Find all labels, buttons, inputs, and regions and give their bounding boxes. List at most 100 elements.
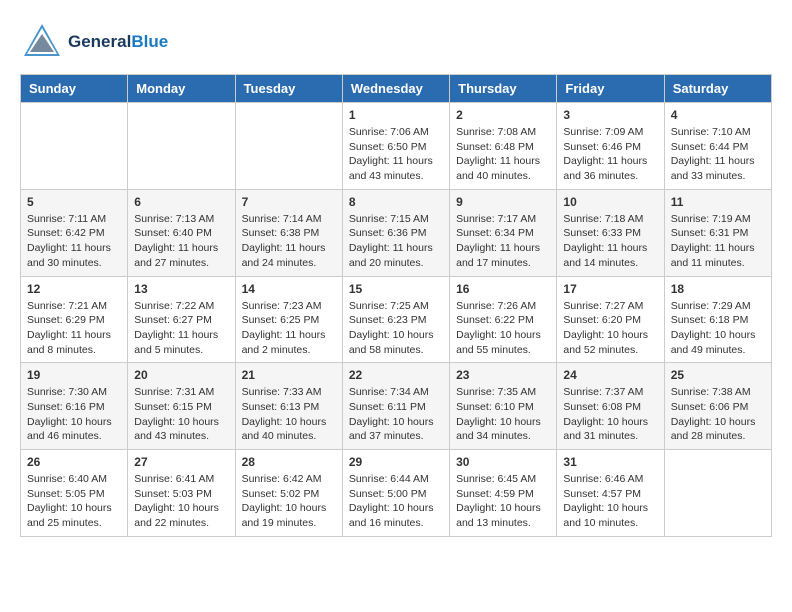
- day-number: 14: [242, 282, 336, 296]
- calendar-cell: 4 Sunrise: 7:10 AMSunset: 6:44 PMDaylight…: [664, 103, 771, 190]
- calendar-cell: 10Sunrise: 7:18 AMSunset: 6:33 PMDayligh…: [557, 189, 664, 276]
- calendar-cell: 14 Sunrise: 7:23 AMSunset: 6:25 PMDayligh…: [235, 276, 342, 363]
- calendar-cell: 30 Sunrise: 6:45 AMSunset: 4:59 PMDayligh…: [450, 450, 557, 537]
- day-info: Sunrise: 7:34 AMSunset: 6:11 PMDaylight:…: [349, 385, 443, 444]
- day-info: Sunrise: 7:38 AMSunset: 6:06 PMDaylight:…: [671, 385, 765, 444]
- day-number: 1: [349, 108, 443, 122]
- day-info: Sunrise: 7:25 AMSunset: 6:23 PMDaylight:…: [349, 299, 443, 358]
- day-info: Sunrise: 7:11 AMSunset: 6:42 PMDaylight:…: [27, 212, 121, 271]
- day-number: 15: [349, 282, 443, 296]
- day-info: Sunrise: 7:19 AMSunset: 6:31 PMDaylight:…: [671, 212, 765, 271]
- calendar-cell: 12 Sunrise: 7:21 AMSunset: 6:29 PMDayligh…: [21, 276, 128, 363]
- calendar-cell: 13 Sunrise: 7:22 AMSunset: 6:27 PMDayligh…: [128, 276, 235, 363]
- day-number: 11: [671, 195, 765, 209]
- column-header-monday: Monday: [128, 75, 235, 103]
- day-number: 16: [456, 282, 550, 296]
- calendar-cell: [128, 103, 235, 190]
- day-info: Sunrise: 6:44 AMSunset: 5:00 PMDaylight:…: [349, 472, 443, 531]
- day-number: 12: [27, 282, 121, 296]
- calendar-cell: 1 Sunrise: 7:06 AMSunset: 6:50 PMDaylight…: [342, 103, 449, 190]
- day-info: Sunrise: 7:14 AMSunset: 6:38 PMDaylight:…: [242, 212, 336, 271]
- day-number: 6: [134, 195, 228, 209]
- column-header-thursday: Thursday: [450, 75, 557, 103]
- day-info: Sunrise: 7:35 AMSunset: 6:10 PMDaylight:…: [456, 385, 550, 444]
- calendar-week-row: 5 Sunrise: 7:11 AMSunset: 6:42 PMDaylight…: [21, 189, 772, 276]
- calendar-cell: 18Sunrise: 7:29 AMSunset: 6:18 PMDayligh…: [664, 276, 771, 363]
- calendar-table: SundayMondayTuesdayWednesdayThursdayFrid…: [20, 74, 772, 537]
- calendar-cell: 17Sunrise: 7:27 AMSunset: 6:20 PMDayligh…: [557, 276, 664, 363]
- calendar-cell: 11 Sunrise: 7:19 AMSunset: 6:31 PMDayligh…: [664, 189, 771, 276]
- day-number: 4: [671, 108, 765, 122]
- calendar-cell: 28Sunrise: 6:42 AMSunset: 5:02 PMDayligh…: [235, 450, 342, 537]
- day-info: Sunrise: 7:06 AMSunset: 6:50 PMDaylight:…: [349, 125, 443, 184]
- day-number: 13: [134, 282, 228, 296]
- day-number: 25: [671, 368, 765, 382]
- calendar-cell: 22Sunrise: 7:34 AMSunset: 6:11 PMDayligh…: [342, 363, 449, 450]
- day-number: 27: [134, 455, 228, 469]
- column-header-wednesday: Wednesday: [342, 75, 449, 103]
- calendar-body: 1 Sunrise: 7:06 AMSunset: 6:50 PMDaylight…: [21, 103, 772, 537]
- calendar-cell: 29 Sunrise: 6:44 AMSunset: 5:00 PMDayligh…: [342, 450, 449, 537]
- day-info: Sunrise: 7:37 AMSunset: 6:08 PMDaylight:…: [563, 385, 657, 444]
- day-number: 21: [242, 368, 336, 382]
- calendar-cell: 2Sunrise: 7:08 AMSunset: 6:48 PMDaylight…: [450, 103, 557, 190]
- day-number: 17: [563, 282, 657, 296]
- day-number: 9: [456, 195, 550, 209]
- calendar-cell: 24 Sunrise: 7:37 AMSunset: 6:08 PMDayligh…: [557, 363, 664, 450]
- day-info: Sunrise: 7:13 AMSunset: 6:40 PMDaylight:…: [134, 212, 228, 271]
- day-info: Sunrise: 7:15 AMSunset: 6:36 PMDaylight:…: [349, 212, 443, 271]
- day-number: 18: [671, 282, 765, 296]
- logo-general: General: [68, 32, 131, 52]
- day-number: 26: [27, 455, 121, 469]
- day-info: Sunrise: 7:31 AMSunset: 6:15 PMDaylight:…: [134, 385, 228, 444]
- day-info: Sunrise: 7:08 AMSunset: 6:48 PMDaylight:…: [456, 125, 550, 184]
- calendar-cell: 8 Sunrise: 7:15 AMSunset: 6:36 PMDaylight…: [342, 189, 449, 276]
- day-info: Sunrise: 7:33 AMSunset: 6:13 PMDaylight:…: [242, 385, 336, 444]
- day-number: 31: [563, 455, 657, 469]
- day-info: Sunrise: 7:10 AMSunset: 6:44 PMDaylight:…: [671, 125, 765, 184]
- calendar-cell: 5 Sunrise: 7:11 AMSunset: 6:42 PMDaylight…: [21, 189, 128, 276]
- calendar-cell: 9 Sunrise: 7:17 AMSunset: 6:34 PMDaylight…: [450, 189, 557, 276]
- day-number: 7: [242, 195, 336, 209]
- day-info: Sunrise: 7:26 AMSunset: 6:22 PMDaylight:…: [456, 299, 550, 358]
- page-header: General Blue: [20, 20, 772, 64]
- calendar-cell: 31 Sunrise: 6:46 AMSunset: 4:57 PMDayligh…: [557, 450, 664, 537]
- day-info: Sunrise: 7:23 AMSunset: 6:25 PMDaylight:…: [242, 299, 336, 358]
- calendar-cell: [21, 103, 128, 190]
- calendar-cell: 19 Sunrise: 7:30 AMSunset: 6:16 PMDayligh…: [21, 363, 128, 450]
- column-header-friday: Friday: [557, 75, 664, 103]
- day-number: 30: [456, 455, 550, 469]
- day-info: Sunrise: 6:41 AMSunset: 5:03 PMDaylight:…: [134, 472, 228, 531]
- calendar-cell: 15 Sunrise: 7:25 AMSunset: 6:23 PMDayligh…: [342, 276, 449, 363]
- calendar-cell: 27 Sunrise: 6:41 AMSunset: 5:03 PMDayligh…: [128, 450, 235, 537]
- column-header-sunday: Sunday: [21, 75, 128, 103]
- day-info: Sunrise: 7:30 AMSunset: 6:16 PMDaylight:…: [27, 385, 121, 444]
- day-info: Sunrise: 6:46 AMSunset: 4:57 PMDaylight:…: [563, 472, 657, 531]
- calendar-week-row: 19 Sunrise: 7:30 AMSunset: 6:16 PMDayligh…: [21, 363, 772, 450]
- day-number: 8: [349, 195, 443, 209]
- calendar-cell: 7 Sunrise: 7:14 AMSunset: 6:38 PMDaylight…: [235, 189, 342, 276]
- day-number: 5: [27, 195, 121, 209]
- day-info: Sunrise: 6:45 AMSunset: 4:59 PMDaylight:…: [456, 472, 550, 531]
- calendar-cell: 26Sunrise: 6:40 AMSunset: 5:05 PMDayligh…: [21, 450, 128, 537]
- day-number: 19: [27, 368, 121, 382]
- day-info: Sunrise: 7:09 AMSunset: 6:46 PMDaylight:…: [563, 125, 657, 184]
- day-info: Sunrise: 7:17 AMSunset: 6:34 PMDaylight:…: [456, 212, 550, 271]
- calendar-cell: 23 Sunrise: 7:35 AMSunset: 6:10 PMDayligh…: [450, 363, 557, 450]
- calendar-cell: 6 Sunrise: 7:13 AMSunset: 6:40 PMDaylight…: [128, 189, 235, 276]
- logo: General Blue: [20, 20, 168, 64]
- day-number: 24: [563, 368, 657, 382]
- day-number: 20: [134, 368, 228, 382]
- day-info: Sunrise: 7:22 AMSunset: 6:27 PMDaylight:…: [134, 299, 228, 358]
- calendar-cell: 16 Sunrise: 7:26 AMSunset: 6:22 PMDayligh…: [450, 276, 557, 363]
- day-number: 23: [456, 368, 550, 382]
- calendar-cell: 21 Sunrise: 7:33 AMSunset: 6:13 PMDayligh…: [235, 363, 342, 450]
- calendar-header-row: SundayMondayTuesdayWednesdayThursdayFrid…: [21, 75, 772, 103]
- day-number: 3: [563, 108, 657, 122]
- day-info: Sunrise: 7:21 AMSunset: 6:29 PMDaylight:…: [27, 299, 121, 358]
- calendar-cell: 3 Sunrise: 7:09 AMSunset: 6:46 PMDaylight…: [557, 103, 664, 190]
- logo-icon: [20, 20, 64, 64]
- calendar-week-row: 12 Sunrise: 7:21 AMSunset: 6:29 PMDayligh…: [21, 276, 772, 363]
- day-number: 10: [563, 195, 657, 209]
- day-number: 29: [349, 455, 443, 469]
